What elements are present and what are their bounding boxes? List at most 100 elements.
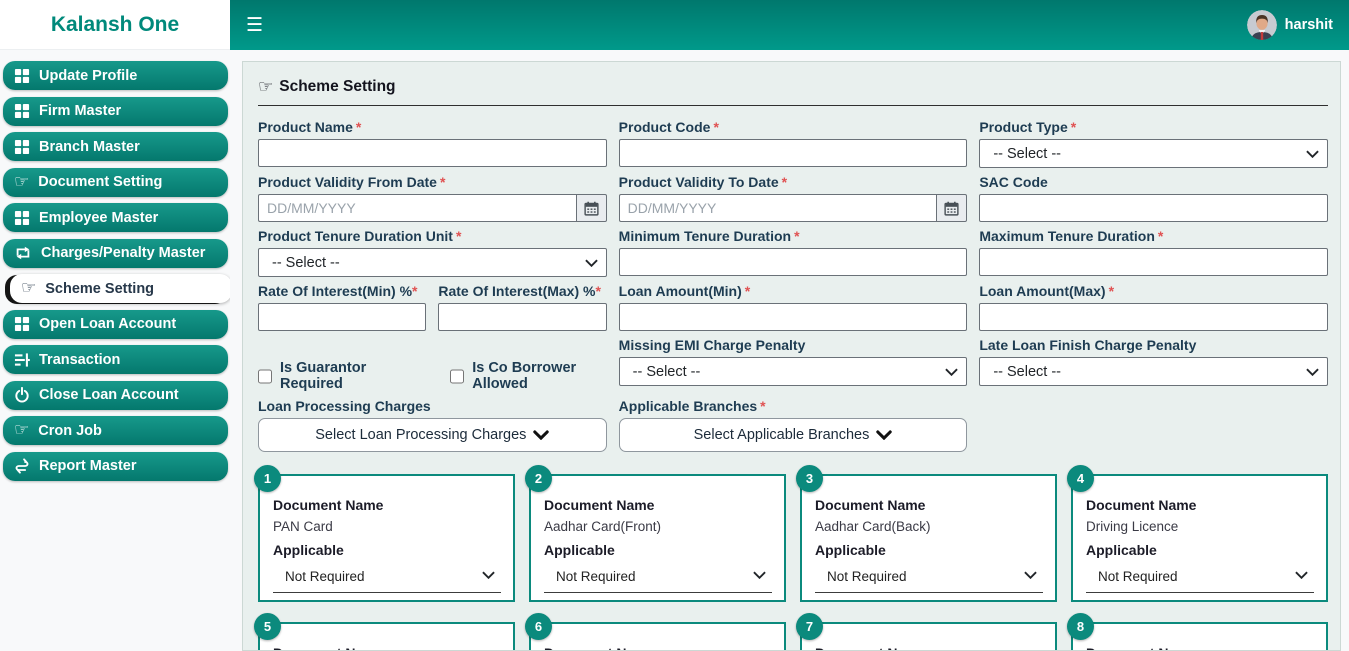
product-type-select[interactable]: -- Select -- [979,139,1328,168]
field-product-name: Product Name * [258,119,607,168]
required-asterisk: * [1070,119,1077,135]
applicable-label: Applicable [544,542,615,558]
field-applicable-branches: Applicable Branches * Select Applicable B… [618,398,968,452]
applicable-select[interactable]: Not Required [544,567,772,593]
product-name-input[interactable] [258,139,607,167]
min-tenure-input[interactable] [618,248,968,276]
applicable-select[interactable]: Not Required [815,567,1043,593]
missing-emi-penalty-select[interactable]: -- Select -- [618,357,968,386]
sidebar-item-transaction[interactable]: Transaction [3,345,228,374]
calendar-button[interactable] [575,194,607,222]
field-late-finish-penalty: Late Loan Finish Charge Penalty -- Selec… [979,337,1328,392]
document-number-badge: 8 [1067,613,1094,640]
required-asterisk: * [355,119,362,135]
sidebar-item-document-setting[interactable]: ☞ Document Setting [3,167,228,197]
document-card: 2 Document Name Aadhar Card(Front) Appli… [525,465,786,602]
required-asterisk: * [1157,228,1164,244]
multiselect-button-label: Select Applicable Branches [693,427,870,443]
sidebar-item-close-loan-account[interactable]: Close Loan Account [3,380,228,410]
multiselect-button-label: Select Loan Processing Charges [315,427,527,443]
required-asterisk: * [781,174,788,190]
loan-processing-charges-multiselect[interactable]: Select Loan Processing Charges [258,418,607,452]
hand-point-right-icon: ☞ [14,171,30,191]
field-loan-processing-charges: Loan Processing Charges Select Loan Proc… [258,398,607,452]
document-number-badge: 2 [525,465,552,492]
top-bar: Kalansh One ☰ harshit [0,0,1349,50]
guarantor-required-label: Is Guarantor Required [280,360,367,392]
document-card: 5 Document Name Applicable [254,613,515,650]
required-asterisk: * [713,119,719,135]
max-tenure-input[interactable] [979,248,1328,276]
document-name-label: Document Name [815,497,926,513]
sac-code-label: SAC Code [979,174,1048,190]
header-bar: ☰ harshit [230,0,1349,50]
document-number-badge: 7 [796,613,823,640]
chevron-down-icon [533,430,550,440]
loan-min-input[interactable] [618,303,968,331]
user-menu[interactable]: harshit [1246,10,1333,40]
sidebar-item-firm-master[interactable]: Firm Master [3,96,228,126]
guarantor-required-option[interactable]: Is Guarantor Required [258,360,406,392]
sidebar-item-branch-master[interactable]: Branch Master [3,132,228,161]
co-borrower-allowed-checkbox[interactable] [450,367,465,385]
roi-max-input[interactable] [438,303,607,331]
sidebar-item-employee-master[interactable]: Employee Master [3,203,228,232]
roi-min-input[interactable] [258,303,427,331]
field-roi-max: Rate Of Interest(Max) %* [438,283,607,331]
field-product-code: Product Code * [618,119,968,168]
required-asterisk: * [794,228,800,244]
applicable-label: Applicable [815,542,886,558]
sidebar-item-update-profile[interactable]: Update Profile [3,61,228,90]
validity-from-label: Product Validity From Date * [258,174,446,190]
document-card: 3 Document Name Aadhar Card(Back) Applic… [796,465,1057,602]
field-product-type: Product Type * -- Select -- [979,119,1328,168]
sidebar-item-report-master[interactable]: Report Master [3,451,228,481]
validity-from-input[interactable] [258,194,576,222]
product-name-label: Product Name * [258,119,362,135]
document-name-value: Aadhar Card(Front) [544,519,662,534]
sidebar-item-label: Open Loan Account [39,316,177,332]
late-finish-penalty-select[interactable]: -- Select -- [979,357,1328,386]
calendar-button[interactable] [936,194,968,222]
hamburger-menu-icon[interactable]: ☰ [246,16,263,35]
document-name-label: Document Name [273,497,384,513]
checkbox-row: Is Guarantor Required Is Co Borrower All… [258,337,607,392]
applicable-select[interactable]: Not Required [1086,567,1314,593]
product-code-input[interactable] [618,139,968,167]
sidebar-item-open-loan-account[interactable]: Open Loan Account [3,309,228,339]
late-finish-penalty-label: Late Loan Finish Charge Penalty [979,337,1197,353]
applicable-branches-multiselect[interactable]: Select Applicable Branches [618,418,968,452]
main-content: ☞ Scheme Setting Product Name * Product C… [230,50,1349,651]
sac-code-input[interactable] [979,194,1328,222]
scheme-setting-panel: ☞ Scheme Setting Product Name * Product C… [242,61,1341,651]
sidebar-item-label: Branch Master [39,138,140,155]
sidebar-item-cron-job[interactable]: ☞ Cron Job [3,416,228,445]
applicable-label: Applicable [1086,542,1157,558]
validity-to-label: Product Validity To Date * [618,174,788,190]
document-number-badge: 4 [1067,465,1094,492]
validity-to-input[interactable] [618,194,937,222]
co-borrower-allowed-label: Is Co Borrower Allowed [472,360,577,392]
sidebar-item-charges-penalty-master[interactable]: Charges/Penalty Master [3,238,228,268]
field-validity-from: Product Validity From Date * [258,174,607,222]
sidebar-item-label: Update Profile [39,67,138,84]
loan-max-input[interactable] [979,303,1328,331]
document-card: 1 Document Name PAN Card Applicable Not … [254,465,515,602]
chevron-down-icon [876,430,893,440]
guarantor-required-checkbox[interactable] [258,367,273,385]
applicable-select[interactable]: Not Required [273,567,501,593]
sidebar-item-scheme-setting[interactable]: ☞ Scheme Setting [10,274,232,303]
document-name-label: Document Name [544,645,772,650]
roi-max-label: Rate Of Interest(Max) %* [438,283,601,299]
co-borrower-allowed-option[interactable]: Is Co Borrower Allowed [450,360,606,392]
repeat-icon [16,246,30,260]
field-validity-to: Product Validity To Date * [618,174,968,222]
applicable-label: Applicable [273,542,344,558]
field-roi-min: Rate Of Interest(Min) %* [258,283,427,331]
loan-processing-charges-label: Loan Processing Charges [258,398,431,414]
page-title-row: ☞ Scheme Setting [258,78,1328,96]
grid-icon [14,316,30,332]
app-logo: Kalansh One [0,0,230,50]
tenure-unit-select[interactable]: -- Select -- [258,248,607,277]
sidebar-item-label: Close Loan Account [39,387,179,403]
